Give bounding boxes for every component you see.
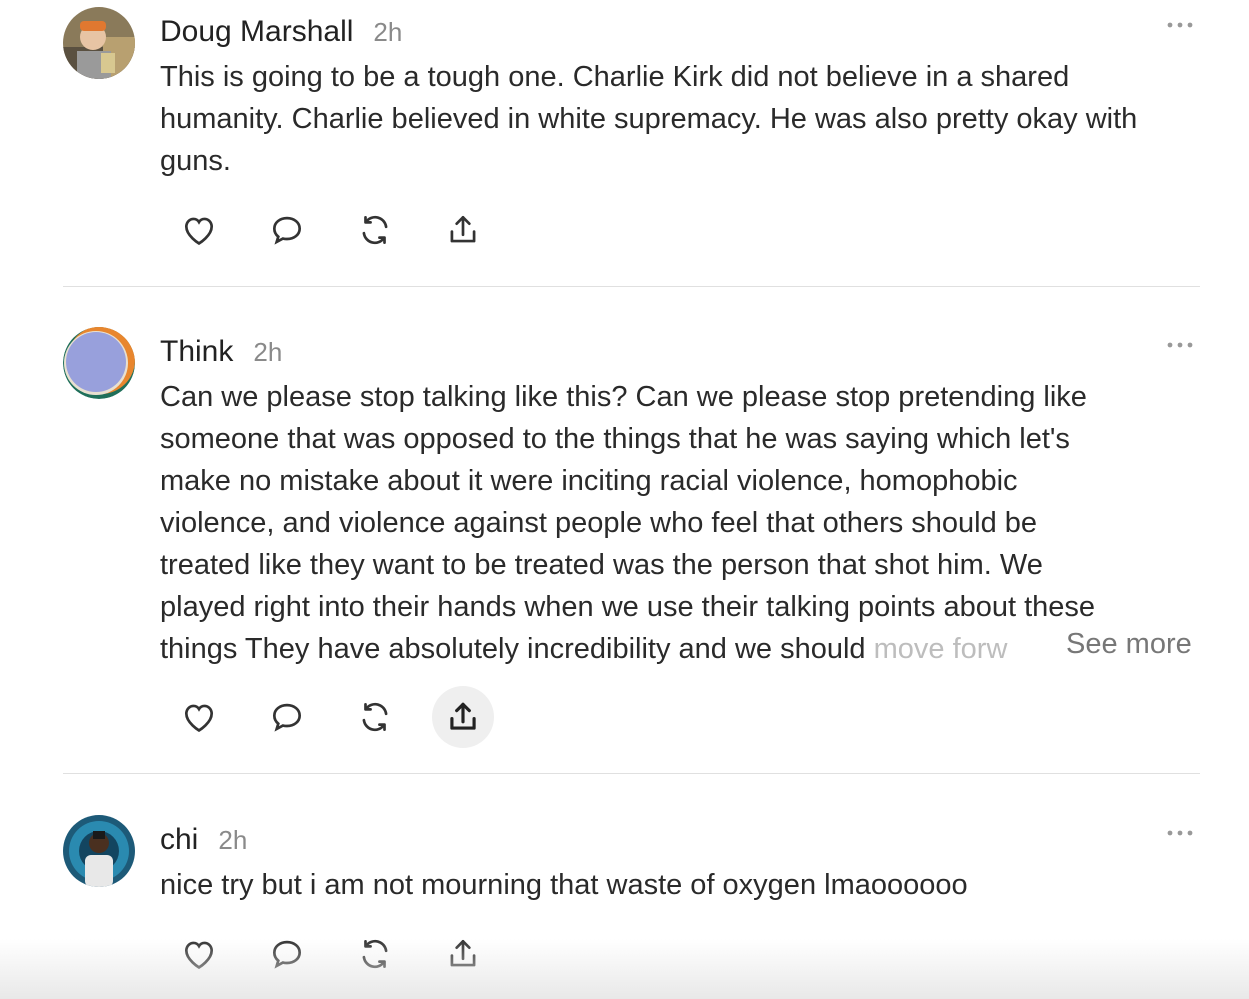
like-button[interactable]: [168, 199, 230, 261]
author-name[interactable]: Doug Marshall: [160, 15, 353, 48]
post-time: 2h: [218, 825, 248, 855]
repost-button[interactable]: [344, 686, 406, 748]
repost-icon: [362, 939, 388, 969]
post-text-line: guns.: [160, 145, 231, 177]
action-bar: [168, 686, 508, 748]
avatar[interactable]: [63, 815, 135, 887]
author-name[interactable]: Think: [160, 335, 233, 368]
repost-button[interactable]: [344, 923, 406, 985]
more-icon[interactable]: [1166, 17, 1194, 33]
repost-icon: [362, 215, 388, 245]
post-body: Can we please stop talking like this? Ca…: [160, 376, 1210, 670]
reply-button[interactable]: [256, 199, 318, 261]
post-author[interactable]: Think 2h: [160, 335, 282, 369]
post-text-line: played right into their hands when we us…: [160, 591, 1096, 623]
repost-button[interactable]: [344, 199, 406, 261]
avatar[interactable]: [63, 327, 135, 399]
post-divider: [63, 286, 1200, 287]
share-button[interactable]: [432, 199, 494, 261]
post-time: 2h: [253, 337, 283, 367]
post-text-line: Can we please stop talking like this? Ca…: [160, 381, 1087, 413]
post-divider: [63, 773, 1200, 774]
comment-icon: [272, 940, 302, 969]
reply-button[interactable]: [256, 686, 318, 748]
share-icon: [450, 939, 476, 967]
repost-icon: [362, 702, 388, 732]
share-button[interactable]: [432, 923, 494, 985]
like-button[interactable]: [168, 686, 230, 748]
post-text-line: nice try but i am not mourning that wast…: [160, 869, 968, 901]
post-text-line: treated like they want to be treated was…: [160, 549, 1043, 581]
post-text-faded: move forw: [873, 633, 1008, 665]
post-time: 2h: [373, 17, 403, 47]
post-text-line: make no mistake about it were inciting r…: [160, 465, 1018, 497]
post-text-line: things They have absolutely incredibilit…: [160, 633, 1007, 665]
see-more-link[interactable]: See more: [1066, 628, 1192, 661]
comment-icon: [272, 703, 302, 732]
share-icon: [450, 702, 476, 730]
comment-icon: [272, 216, 302, 245]
heart-icon: [184, 704, 214, 733]
post-text-line: someone that was opposed to the things t…: [160, 423, 1070, 455]
post-text-line: This is going to be a tough one. Charlie…: [160, 61, 1070, 93]
post-body: This is going to be a tough one. Charlie…: [160, 56, 1210, 182]
like-button[interactable]: [168, 923, 230, 985]
action-bar: [168, 199, 508, 261]
heart-icon: [184, 217, 214, 246]
post-text-line: violence, and violence against people wh…: [160, 507, 1038, 539]
action-bar: [168, 923, 508, 985]
post-author[interactable]: chi 2h: [160, 823, 247, 857]
share-icon: [450, 215, 476, 243]
more-icon[interactable]: [1166, 825, 1194, 841]
avatar[interactable]: [63, 7, 135, 79]
post-text-line: humanity. Charlie believed in white supr…: [160, 103, 1138, 135]
reply-button[interactable]: [256, 923, 318, 985]
post-text-visible: things They have absolutely incredibilit…: [160, 633, 874, 665]
author-name[interactable]: chi: [160, 823, 198, 856]
heart-icon: [184, 941, 214, 970]
share-button[interactable]: [432, 686, 494, 748]
more-icon[interactable]: [1166, 337, 1194, 353]
post-author[interactable]: Doug Marshall 2h: [160, 15, 402, 49]
post-body: nice try but i am not mourning that wast…: [160, 864, 1210, 906]
